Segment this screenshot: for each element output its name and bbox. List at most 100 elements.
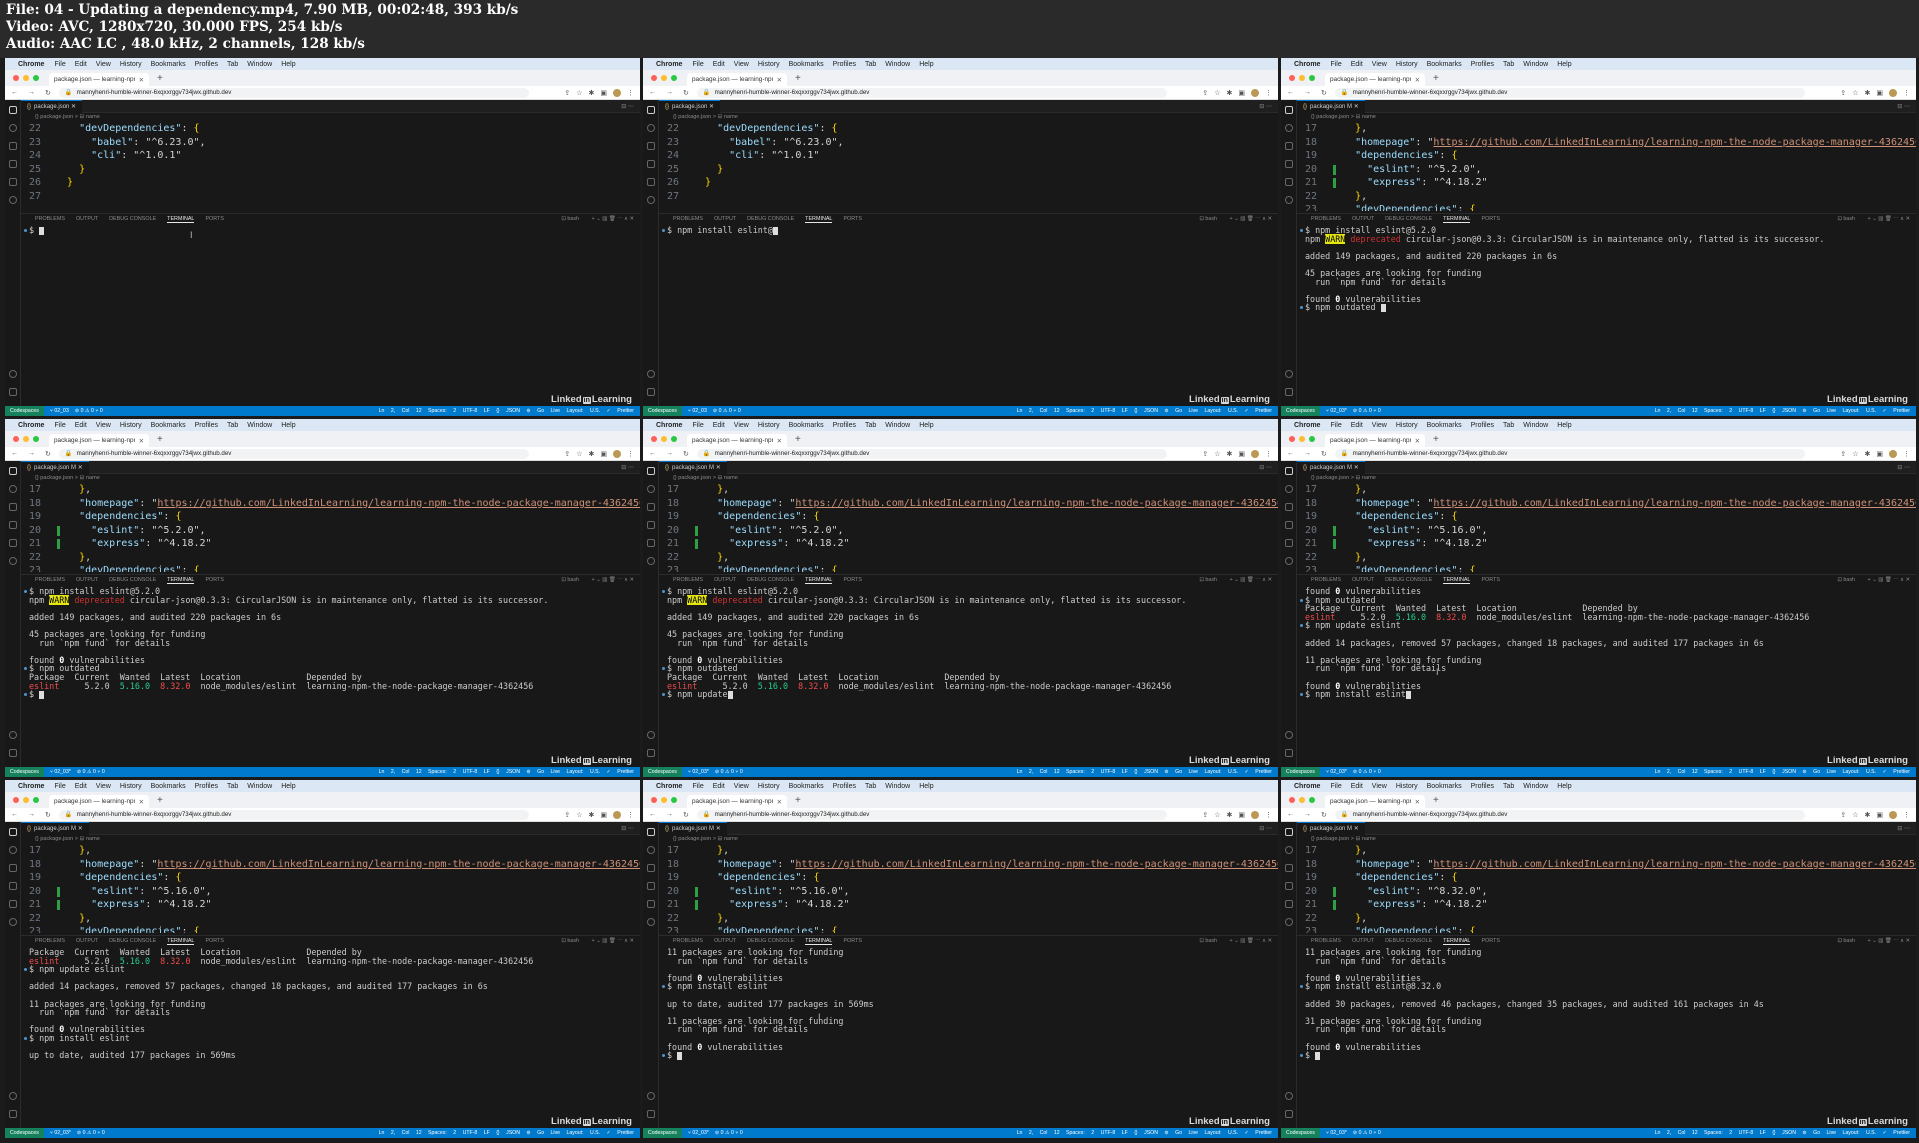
menu-history[interactable]: History (758, 61, 780, 68)
new-tab-icon[interactable]: + (795, 73, 801, 84)
bookmark-star-icon[interactable]: ☆ (1852, 811, 1858, 819)
bookmark-star-icon[interactable]: ☆ (1852, 89, 1858, 97)
tab-output[interactable]: OUTPUT (76, 577, 98, 583)
explorer-icon[interactable] (9, 828, 17, 836)
bookmark-star-icon[interactable]: ☆ (1214, 89, 1220, 97)
menu-profiles[interactable]: Profiles (195, 61, 218, 68)
profile-avatar[interactable] (613, 449, 621, 458)
browser-tab[interactable]: package.json — learning-npm ✕ (49, 73, 149, 86)
git-branch[interactable]: ⑂ 02_03 (50, 408, 69, 414)
remote-explorer-icon[interactable] (9, 557, 17, 565)
remote-explorer-icon[interactable] (1285, 196, 1293, 204)
tab-output[interactable]: OUTPUT (714, 216, 736, 222)
minimize-window-button[interactable] (1299, 797, 1305, 803)
terminal-actions[interactable]: ⊡ bash + ⌄ ▥ 🗑 ⋯ ∧ ✕ (1199, 216, 1272, 222)
menu-file[interactable]: File (1330, 422, 1341, 429)
git-branch[interactable]: ⑂ 02_03 (688, 408, 707, 414)
tab-debug-console[interactable]: DEBUG CONSOLE (109, 577, 156, 583)
status-right-items[interactable]: Ln 2, Col 12 Spaces: 2 UTF-8 LF {} JSON … (1017, 769, 1272, 775)
manage-gear-icon[interactable] (1285, 749, 1293, 757)
editor-tab-package-json[interactable]: {} package.json M ✕ (21, 821, 89, 835)
menu-history[interactable]: History (1396, 783, 1418, 790)
accounts-icon[interactable] (1285, 1092, 1293, 1100)
tab-terminal[interactable]: TERMINAL (1443, 577, 1471, 584)
menu-edit[interactable]: Edit (713, 422, 725, 429)
code-editor[interactable]: 17 }, 18 "homepage": "https://github.com/… (1297, 844, 1916, 933)
run-debug-icon[interactable] (1285, 160, 1293, 168)
close-window-button[interactable] (1289, 436, 1295, 442)
menu-profiles[interactable]: Profiles (195, 422, 218, 429)
tab-debug-console[interactable]: DEBUG CONSOLE (109, 216, 156, 222)
tab-problems[interactable]: PROBLEMS (1311, 577, 1341, 583)
problems-count[interactable]: ⊘ 0 ⚠ 0 ⑂ 0 (77, 1130, 105, 1136)
close-tab-icon[interactable]: ✕ (1415, 76, 1420, 84)
status-right-items[interactable]: Ln 2, Col 12 Spaces: 2 UTF-8 LF {} JSON … (379, 769, 634, 775)
tab-output[interactable]: OUTPUT (714, 577, 736, 583)
bookmark-star-icon[interactable]: ☆ (1852, 450, 1858, 458)
run-debug-icon[interactable] (647, 160, 655, 168)
tab-ports[interactable]: PORTS (205, 216, 223, 222)
minimize-window-button[interactable] (661, 75, 667, 81)
remote-explorer-icon[interactable] (1285, 557, 1293, 565)
menu-help[interactable]: Help (1557, 422, 1571, 429)
share-icon[interactable]: ⇪ (1202, 811, 1208, 819)
accounts-icon[interactable] (647, 370, 655, 378)
menu-window[interactable]: Window (247, 783, 272, 790)
status-right-items[interactable]: Ln 2, Col 12 Spaces: 2 UTF-8 LF {} JSON … (1655, 769, 1910, 775)
tab-problems[interactable]: PROBLEMS (35, 577, 65, 583)
new-tab-icon[interactable]: + (157, 73, 163, 84)
minimize-window-button[interactable] (23, 797, 29, 803)
git-branch[interactable]: ⑂ 02_03* (688, 769, 709, 775)
accounts-icon[interactable] (1285, 731, 1293, 739)
tab-terminal[interactable]: TERMINAL (805, 577, 833, 584)
minimize-window-button[interactable] (661, 436, 667, 442)
minimize-window-button[interactable] (23, 436, 29, 442)
tab-debug-console[interactable]: DEBUG CONSOLE (747, 216, 794, 222)
accounts-icon[interactable] (647, 731, 655, 739)
tab-terminal[interactable]: TERMINAL (805, 216, 833, 223)
explorer-icon[interactable] (9, 106, 17, 114)
close-tab-icon[interactable]: ✕ (139, 76, 144, 84)
tab-debug-console[interactable]: DEBUG CONSOLE (109, 938, 156, 944)
tab-ports[interactable]: PORTS (205, 938, 223, 944)
menu-edit[interactable]: Edit (1351, 61, 1363, 68)
accounts-icon[interactable] (9, 370, 17, 378)
new-tab-icon[interactable]: + (795, 795, 801, 806)
sidebar-icon[interactable]: ▣ (1876, 450, 1883, 458)
menu-view[interactable]: View (1372, 783, 1387, 790)
menu-view[interactable]: View (96, 422, 111, 429)
extensions-view-icon[interactable] (9, 900, 17, 908)
menu-bookmarks[interactable]: Bookmarks (789, 61, 824, 68)
search-icon[interactable] (647, 846, 655, 854)
close-tab-icon[interactable]: ✕ (777, 437, 782, 445)
run-debug-icon[interactable] (1285, 521, 1293, 529)
new-tab-icon[interactable]: + (157, 434, 163, 445)
close-window-button[interactable] (1289, 797, 1295, 803)
search-icon[interactable] (1285, 124, 1293, 132)
manage-gear-icon[interactable] (1285, 388, 1293, 396)
manage-gear-icon[interactable] (9, 749, 17, 757)
menu-tab[interactable]: Tab (1503, 61, 1514, 68)
more-menu-icon[interactable]: ⋮ (1265, 811, 1272, 819)
share-icon[interactable]: ⇪ (564, 89, 570, 97)
menu-edit[interactable]: Edit (713, 61, 725, 68)
address-bar[interactable]: 🔒 mannyhenri-humble-winner-6xqxxrggv734jw… (696, 809, 1167, 820)
address-bar[interactable]: 🔒 mannyhenri-humble-winner-6xqxxrggv734jw… (58, 809, 529, 820)
remote-explorer-icon[interactable] (647, 196, 655, 204)
explorer-icon[interactable] (647, 467, 655, 475)
zoom-window-button[interactable] (1309, 436, 1315, 442)
menu-help[interactable]: Help (919, 422, 933, 429)
terminal-output[interactable]: $ npm install eslint@5.2.0 npm WARN depre… (659, 587, 1278, 765)
menu-tab[interactable]: Tab (227, 422, 238, 429)
menu-history[interactable]: History (120, 61, 142, 68)
git-branch[interactable]: ⑂ 02_03* (688, 1130, 709, 1136)
more-menu-icon[interactable]: ⋮ (1903, 89, 1910, 97)
tab-debug-console[interactable]: DEBUG CONSOLE (747, 577, 794, 583)
explorer-icon[interactable] (1285, 106, 1293, 114)
extensions-view-icon[interactable] (9, 539, 17, 547)
run-debug-icon[interactable] (9, 882, 17, 890)
code-editor[interactable]: 17 }, 18 "homepage": "https://github.com/… (21, 483, 640, 572)
menu-tab[interactable]: Tab (1503, 783, 1514, 790)
reload-icon[interactable]: ↻ (683, 811, 689, 819)
menu-window[interactable]: Window (247, 61, 272, 68)
